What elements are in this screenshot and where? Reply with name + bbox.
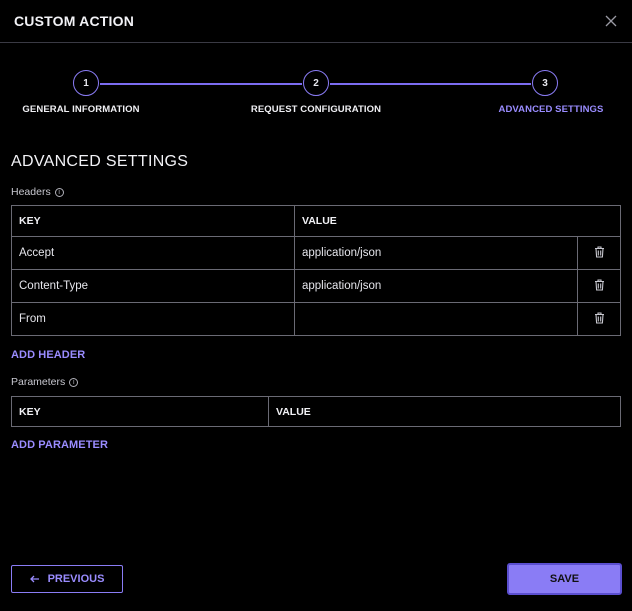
header-value-cell[interactable] <box>294 302 578 336</box>
step-3-number: 3 <box>542 77 548 89</box>
trash-icon <box>594 245 604 258</box>
header-key-cell[interactable]: From <box>11 302 295 336</box>
arrow-left-icon <box>29 575 39 583</box>
stepper: 1 2 3 GENERAL INFORMATION REQUEST CONFIG… <box>0 68 632 128</box>
headers-key-column: KEY <box>11 205 295 237</box>
parameters-table: KEY VALUE <box>11 396 621 427</box>
save-button-label: SAVE <box>549 573 580 585</box>
step-1-label: GENERAL INFORMATION <box>22 104 140 115</box>
delete-row-button[interactable] <box>577 302 621 336</box>
header-value-cell[interactable]: application/json <box>294 269 578 303</box>
step-2-label: REQUEST CONFIGURATION <box>250 104 382 115</box>
parameters-key-column: KEY <box>11 396 269 427</box>
parameters-value-column: VALUE <box>268 396 621 427</box>
add-header-button[interactable]: ADD HEADER <box>11 349 85 361</box>
header-key-cell[interactable]: Content-Type <box>11 269 295 303</box>
headers-label-text: Headers <box>11 186 51 198</box>
step-1-number: 1 <box>83 77 89 89</box>
headers-table: KEY VALUE Accept application/json Conten… <box>11 205 621 336</box>
previous-button[interactable]: PREVIOUS <box>11 565 123 593</box>
delete-row-button[interactable] <box>577 269 621 303</box>
table-row: Accept application/json <box>11 236 621 270</box>
step-connector-2 <box>330 83 531 85</box>
headers-table-header: KEY VALUE <box>11 205 621 237</box>
table-row: From <box>11 302 621 336</box>
section-title: ADVANCED SETTINGS <box>11 153 189 170</box>
trash-icon <box>594 311 604 324</box>
custom-action-modal: CUSTOM ACTION 1 2 3 GENERAL INFORMATION … <box>0 0 632 611</box>
step-3-label: ADVANCED SETTINGS <box>498 104 604 115</box>
save-button[interactable]: SAVE <box>507 563 622 595</box>
parameters-label-text: Parameters <box>11 376 66 388</box>
headers-label: Headers i <box>11 186 64 198</box>
step-2-number: 2 <box>313 77 319 89</box>
delete-row-button[interactable] <box>577 236 621 270</box>
parameters-table-header: KEY VALUE <box>11 396 621 427</box>
previous-button-label: PREVIOUS <box>47 573 105 585</box>
modal-header: CUSTOM ACTION <box>0 0 632 43</box>
step-connector-1 <box>100 83 302 85</box>
step-2-circle[interactable]: 2 <box>303 70 329 96</box>
modal-title: CUSTOM ACTION <box>14 13 135 29</box>
close-icon[interactable] <box>600 10 622 32</box>
info-icon[interactable]: i <box>54 187 64 197</box>
table-row: Content-Type application/json <box>11 269 621 303</box>
headers-value-column: VALUE <box>294 205 621 237</box>
info-icon[interactable]: i <box>69 377 79 387</box>
header-value-cell[interactable]: application/json <box>294 236 578 270</box>
trash-icon <box>594 278 604 291</box>
add-parameter-button[interactable]: ADD PARAMETER <box>11 439 108 451</box>
step-1-circle[interactable]: 1 <box>73 70 99 96</box>
parameters-label: Parameters i <box>11 376 79 388</box>
step-3-circle[interactable]: 3 <box>532 70 558 96</box>
header-key-cell[interactable]: Accept <box>11 236 295 270</box>
